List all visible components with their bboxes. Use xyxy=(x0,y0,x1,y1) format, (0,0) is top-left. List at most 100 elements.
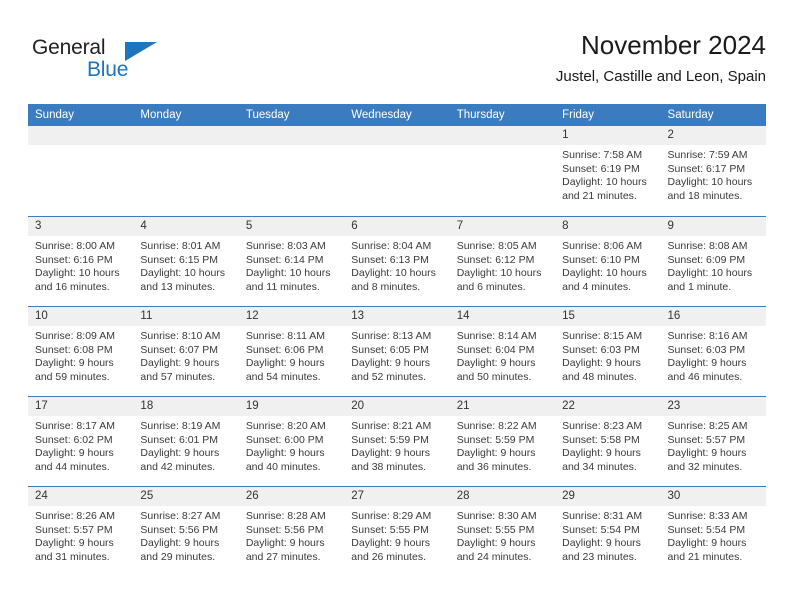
calendar-day-cell[interactable]: 21 Sunrise: 8:22 AM Sunset: 5:59 PM Dayligh… xyxy=(449,396,556,486)
calendar-day-cell[interactable]: 5 Sunrise: 8:03 AM Sunset: 6:14 PM Daylight… xyxy=(238,216,345,306)
day-cell-inner xyxy=(238,126,345,216)
daylight-text-line1: Daylight: 9 hours xyxy=(140,537,220,550)
sunrise-text: Sunrise: 8:10 AM xyxy=(140,330,221,342)
daylight-text-line1: Daylight: 9 hours xyxy=(456,537,536,550)
day-cell-inner: 28 Sunrise: 8:30 AM Sunset: 5:55 PM Dayligh… xyxy=(449,486,556,576)
daylight-text-line1: Daylight: 9 hours xyxy=(351,357,431,370)
daylight-text-line1: Daylight: 10 hours xyxy=(140,267,226,280)
calendar-day-cell[interactable]: 7 Sunrise: 8:05 AM Sunset: 6:12 PM Daylight… xyxy=(449,216,556,306)
calendar-day-cell[interactable]: 8 Sunrise: 8:06 AM Sunset: 6:10 PM Daylight… xyxy=(555,216,661,306)
day-number: 24 xyxy=(28,487,134,506)
calendar-day-cell[interactable]: 17 Sunrise: 8:17 AM Sunset: 6:02 PM Dayligh… xyxy=(28,396,134,486)
weekday-header-sunday: Sunday xyxy=(28,104,134,126)
day-sun-info: Sunrise: 8:15 AM Sunset: 6:03 PM Daylight:… xyxy=(555,326,660,384)
sunset-text: Sunset: 6:03 PM xyxy=(667,343,746,356)
general-blue-logo[interactable]: General Blue xyxy=(32,36,162,86)
daylight-text-line1: Daylight: 9 hours xyxy=(140,357,220,370)
daylight-text-line1: Daylight: 10 hours xyxy=(456,267,542,280)
calendar-day-cell[interactable]: 29 Sunrise: 8:31 AM Sunset: 5:54 PM Dayligh… xyxy=(555,486,661,576)
sunrise-text: Sunrise: 7:59 AM xyxy=(667,149,748,161)
calendar-day-cell[interactable]: 14 Sunrise: 8:14 AM Sunset: 6:04 PM Dayligh… xyxy=(449,306,556,396)
sunset-text: Sunset: 6:19 PM xyxy=(562,162,640,175)
daylight-text-line1: Daylight: 9 hours xyxy=(562,357,641,370)
day-cell-inner: 5 Sunrise: 8:03 AM Sunset: 6:14 PM Daylight… xyxy=(238,216,345,306)
calendar-day-cell[interactable]: 1 Sunrise: 7:58 AM Sunset: 6:19 PM Daylight… xyxy=(555,126,661,216)
calendar-day-cell[interactable]: 12 Sunrise: 8:11 AM Sunset: 6:06 PM Dayligh… xyxy=(238,306,345,396)
day-sun-info: Sunrise: 8:05 AM Sunset: 6:12 PM Daylight:… xyxy=(450,236,555,294)
daylight-text-line2: and 16 minutes. xyxy=(35,280,110,293)
day-cell-inner: 25 Sunrise: 8:27 AM Sunset: 5:56 PM Dayligh… xyxy=(133,486,239,576)
page-header: General Blue November 2024 Justel, Casti… xyxy=(28,28,766,100)
calendar-day-cell[interactable]: 20 Sunrise: 8:21 AM Sunset: 5:59 PM Dayligh… xyxy=(344,396,450,486)
daylight-text-line2: and 1 minute. xyxy=(667,280,732,293)
calendar-day-cell[interactable]: 4 Sunrise: 8:01 AM Sunset: 6:15 PM Daylight… xyxy=(133,216,239,306)
calendar-day-cell xyxy=(344,126,450,216)
calendar-day-cell[interactable]: 24 Sunrise: 8:26 AM Sunset: 5:57 PM Dayligh… xyxy=(28,486,134,576)
day-cell-inner: 21 Sunrise: 8:22 AM Sunset: 5:59 PM Dayligh… xyxy=(449,396,556,486)
daylight-text-line1: Daylight: 10 hours xyxy=(667,267,753,280)
day-cell-inner xyxy=(28,126,134,216)
calendar-day-cell[interactable]: 27 Sunrise: 8:29 AM Sunset: 5:55 PM Dayligh… xyxy=(344,486,450,576)
sunrise-text: Sunrise: 8:22 AM xyxy=(456,420,537,432)
calendar-day-cell[interactable]: 3 Sunrise: 8:00 AM Sunset: 6:16 PM Daylight… xyxy=(28,216,134,306)
sunrise-text: Sunrise: 8:13 AM xyxy=(351,330,432,342)
calendar-day-cell[interactable]: 16 Sunrise: 8:16 AM Sunset: 6:03 PM Dayligh… xyxy=(660,306,766,396)
page-subtitle: Justel, Castille and Leon, Spain xyxy=(555,68,766,85)
day-cell-inner: 27 Sunrise: 8:29 AM Sunset: 5:55 PM Dayligh… xyxy=(344,486,450,576)
sunrise-text: Sunrise: 8:19 AM xyxy=(140,420,221,432)
sunset-text: Sunset: 6:01 PM xyxy=(140,433,219,446)
day-number: 19 xyxy=(238,397,345,416)
sunset-text: Sunset: 5:55 PM xyxy=(456,523,535,536)
day-sun-info: Sunrise: 8:03 AM Sunset: 6:14 PM Daylight:… xyxy=(239,236,344,294)
weekday-header-monday: Monday xyxy=(133,104,239,126)
calendar-day-cell[interactable]: 22 Sunrise: 8:23 AM Sunset: 5:58 PM Dayligh… xyxy=(555,396,661,486)
calendar-day-cell[interactable]: 18 Sunrise: 8:19 AM Sunset: 6:01 PM Dayligh… xyxy=(133,396,239,486)
calendar-day-cell[interactable]: 23 Sunrise: 8:25 AM Sunset: 5:57 PM Dayligh… xyxy=(660,396,766,486)
calendar-day-cell[interactable]: 19 Sunrise: 8:20 AM Sunset: 6:00 PM Dayligh… xyxy=(238,396,345,486)
calendar-day-cell[interactable]: 28 Sunrise: 8:30 AM Sunset: 5:55 PM Dayligh… xyxy=(449,486,556,576)
daylight-text-line2: and 50 minutes. xyxy=(456,370,532,383)
sunset-text: Sunset: 6:10 PM xyxy=(562,253,640,266)
sunset-text: Sunset: 6:07 PM xyxy=(140,343,219,356)
day-sun-info: Sunrise: 8:10 AM Sunset: 6:07 PM Daylight:… xyxy=(133,326,238,384)
day-sun-info: Sunrise: 8:19 AM Sunset: 6:01 PM Daylight:… xyxy=(133,416,238,474)
sunrise-text: Sunrise: 8:01 AM xyxy=(140,240,221,252)
daylight-text-line2: and 8 minutes. xyxy=(351,280,421,293)
day-sun-info: Sunrise: 8:29 AM Sunset: 5:55 PM Daylight:… xyxy=(344,506,449,564)
page-title: November 2024 xyxy=(581,30,766,60)
day-number: 7 xyxy=(449,217,556,236)
sunset-text: Sunset: 6:05 PM xyxy=(351,343,429,356)
triangle-icon xyxy=(125,42,157,61)
calendar-day-cell[interactable]: 9 Sunrise: 8:08 AM Sunset: 6:09 PM Daylight… xyxy=(660,216,766,306)
calendar-day-cell[interactable]: 13 Sunrise: 8:13 AM Sunset: 6:05 PM Dayligh… xyxy=(344,306,450,396)
sunset-text: Sunset: 5:56 PM xyxy=(245,523,324,536)
day-number: 20 xyxy=(344,397,450,416)
day-number: 2 xyxy=(660,126,766,145)
daylight-text-line2: and 32 minutes. xyxy=(667,460,743,473)
day-number: 15 xyxy=(555,307,661,326)
calendar-day-cell[interactable]: 26 Sunrise: 8:28 AM Sunset: 5:56 PM Dayligh… xyxy=(238,486,345,576)
day-cell-inner: 8 Sunrise: 8:06 AM Sunset: 6:10 PM Daylight… xyxy=(555,216,661,306)
day-sun-info: Sunrise: 8:06 AM Sunset: 6:10 PM Daylight:… xyxy=(555,236,660,294)
day-number: 11 xyxy=(133,307,239,326)
day-number: 5 xyxy=(238,217,345,236)
daylight-text-line2: and 18 minutes. xyxy=(667,189,743,202)
sunrise-text: Sunrise: 7:58 AM xyxy=(562,149,643,161)
calendar-day-cell[interactable]: 6 Sunrise: 8:04 AM Sunset: 6:13 PM Daylight… xyxy=(344,216,450,306)
calendar-day-cell[interactable]: 15 Sunrise: 8:15 AM Sunset: 6:03 PM Dayligh… xyxy=(555,306,661,396)
weekday-header-wednesday: Wednesday xyxy=(344,104,450,126)
day-cell-inner: 15 Sunrise: 8:15 AM Sunset: 6:03 PM Dayligh… xyxy=(555,306,661,396)
calendar-day-cell[interactable]: 11 Sunrise: 8:10 AM Sunset: 6:07 PM Dayligh… xyxy=(133,306,239,396)
sunrise-text: Sunrise: 8:05 AM xyxy=(456,240,537,252)
calendar-day-cell[interactable]: 30 Sunrise: 8:33 AM Sunset: 5:54 PM Dayligh… xyxy=(660,486,766,576)
calendar-day-cell[interactable]: 2 Sunrise: 7:59 AM Sunset: 6:17 PM Daylight… xyxy=(660,126,766,216)
daylight-text-line1: Daylight: 9 hours xyxy=(667,447,747,460)
day-sun-info: Sunrise: 7:59 AM Sunset: 6:17 PM Daylight:… xyxy=(661,145,766,203)
daylight-text-line2: and 38 minutes. xyxy=(351,460,426,473)
sunset-text: Sunset: 6:06 PM xyxy=(245,343,324,356)
daylight-text-line1: Daylight: 9 hours xyxy=(35,537,114,550)
calendar-day-cell[interactable]: 25 Sunrise: 8:27 AM Sunset: 5:56 PM Dayligh… xyxy=(133,486,239,576)
calendar-day-cell[interactable]: 10 Sunrise: 8:09 AM Sunset: 6:08 PM Dayligh… xyxy=(28,306,134,396)
day-cell-inner: 7 Sunrise: 8:05 AM Sunset: 6:12 PM Daylight… xyxy=(449,216,556,306)
sunset-text: Sunset: 6:09 PM xyxy=(667,253,746,266)
